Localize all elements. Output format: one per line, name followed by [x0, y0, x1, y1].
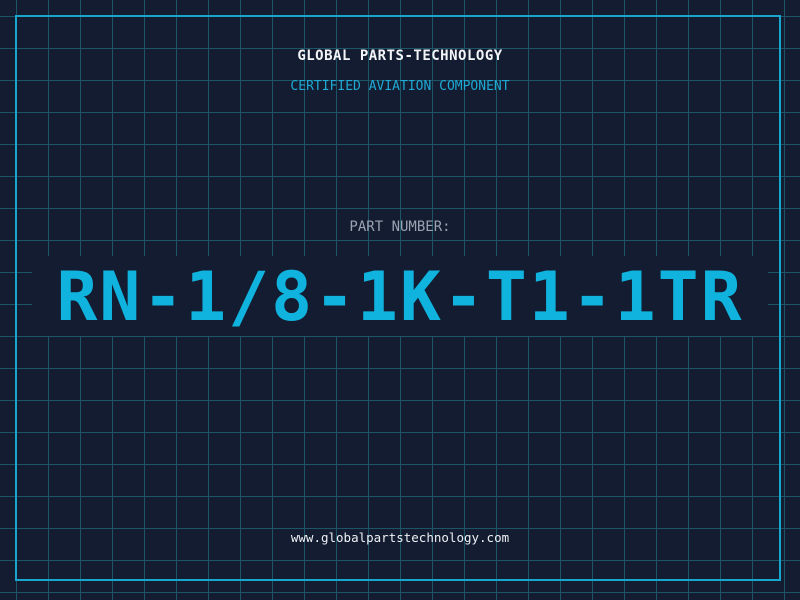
part-number-label: PART NUMBER:	[349, 219, 451, 235]
certification-subtitle: CERTIFIED AVIATION COMPONENT	[290, 79, 510, 94]
company-name: GLOBAL PARTS-TECHNOLOGY	[297, 48, 503, 64]
website-url: www.globalpartstechnology.com	[290, 530, 510, 545]
part-number-value: RN-1/8-1K-T1-1TR	[56, 258, 744, 337]
